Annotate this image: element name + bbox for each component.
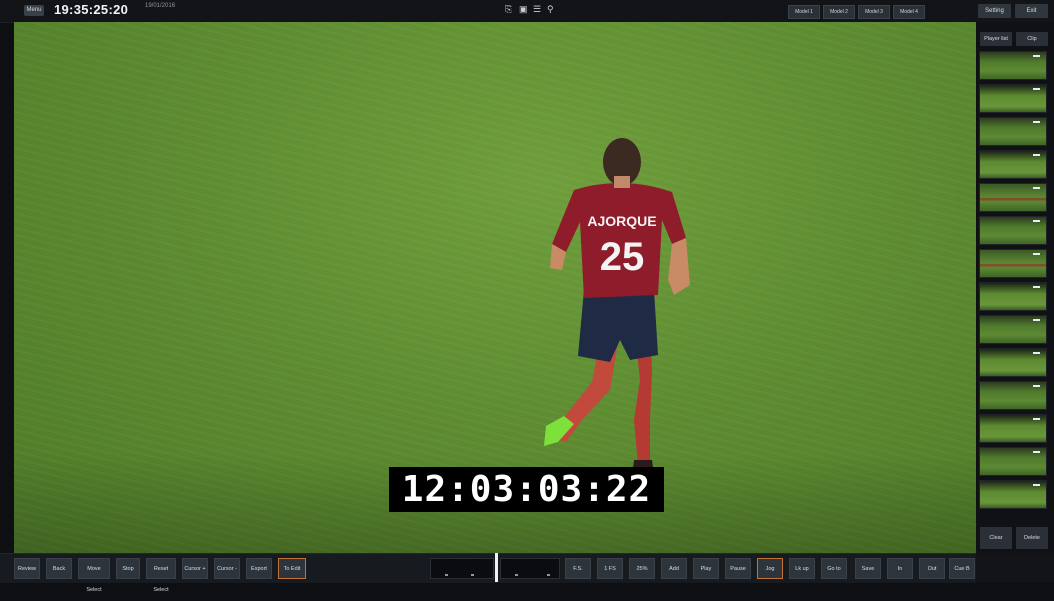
cursor-minus-button[interactable]: Cursor - [214,558,240,579]
monitor-icon[interactable]: ▣ [519,4,528,14]
clip-thumbnail[interactable] [979,447,1047,476]
export-button[interactable]: Export [246,558,272,579]
menu-button[interactable]: Menu [24,5,44,16]
clip-thumbnail-list [979,51,1047,513]
pause-button[interactable]: Pause [725,558,751,579]
clip-button[interactable]: Clip [1016,32,1048,46]
one-fs-button[interactable]: 1 FS [597,558,623,579]
clear-display-button[interactable]: Clear Display [980,527,1012,563]
clip-thumbnail[interactable] [979,249,1047,278]
clip-thumbnail[interactable] [979,414,1047,443]
player-list-button[interactable]: Player list [980,32,1012,46]
tab-model-4[interactable]: Model 4 [893,5,925,19]
out-button[interactable]: Out [919,558,945,579]
system-date: 19/01/2016 [145,3,176,9]
clip-thumbnail[interactable] [979,315,1047,344]
play-button[interactable]: Play [693,558,719,579]
clip-thumbnail[interactable] [979,117,1047,146]
clip-thumbnail[interactable] [979,51,1047,80]
clip-sidebar: Player list Clip Clear Display Delete [976,22,1054,582]
clip-thumbnail[interactable] [979,381,1047,410]
setting-button[interactable]: Setting [978,4,1011,18]
reset-select-button[interactable]: Reset Select [146,558,176,593]
stop-button[interactable]: Stop [116,558,140,579]
clip-thumbnail[interactable] [979,150,1047,179]
tab-model-1[interactable]: Model 1 [788,5,820,19]
to-edit-button[interactable]: To Edit [278,558,306,579]
sidebar-bottom-buttons: Clear Display Delete [980,527,1048,563]
top-toolbar: Menu 19:35:25:20 19/01/2016 ⎘ ▣ ☰ ⚲ Mode… [0,0,1054,23]
review-button[interactable]: Review [14,558,40,579]
move-select-button[interactable]: Move Select [78,558,110,593]
clip-thumbnail[interactable] [979,282,1047,311]
save-icon[interactable]: ⎘ [505,4,513,14]
timecode-overlay: 12:03:03:22 [389,467,664,512]
in-button[interactable]: In [887,558,913,579]
video-viewer[interactable]: AJORQUE 25 12:03:03:22 [14,22,976,553]
tab-model-2[interactable]: Model 2 [823,5,855,19]
clip-thumbnail[interactable] [979,348,1047,377]
player-number: 25 [600,235,645,279]
playhead-marker[interactable] [495,553,498,582]
list-icon[interactable]: ☰ [533,4,541,14]
player-name: AJORQUE [587,213,656,229]
network-icon[interactable]: ⚲ [547,4,555,14]
cursor-plus-button[interactable]: Cursor + [182,558,208,579]
jog-right-strip[interactable] [500,558,560,579]
save-button[interactable]: Save [855,558,881,579]
cue-b-button[interactable]: Cue B [949,558,975,579]
tab-model-3[interactable]: Model 3 [858,5,890,19]
clip-thumbnail[interactable] [979,183,1047,212]
add-button[interactable]: Add [661,558,687,579]
top-right-buttons: Setting Exit [978,4,1048,18]
bottom-toolbar: Review Back Move Select Stop Reset Selec… [0,553,976,593]
goto-button[interactable]: Go to [821,558,847,579]
bottom-right-filler [976,553,1054,582]
system-clock: 19:35:25:20 [54,2,129,17]
clip-thumbnail[interactable] [979,84,1047,113]
clip-thumbnail[interactable] [979,216,1047,245]
jog-button[interactable]: Jog [757,558,783,579]
back-button[interactable]: Back [46,558,72,579]
center-icon-group: ⎘ ▣ ☰ ⚲ [505,4,555,14]
fs-button[interactable]: F.S. [565,558,591,579]
exit-button[interactable]: Exit [1015,4,1048,18]
clip-thumbnail[interactable] [979,480,1047,509]
model-tabs: Model 1 Model 2 Model 3 Model 4 [788,5,925,19]
sidebar-top-buttons: Player list Clip [980,32,1048,46]
lookup-button[interactable]: Lk up [789,558,815,579]
player-figure: AJORQUE 25 [544,138,690,476]
speed-25-button[interactable]: 25% [629,558,655,579]
delete-button[interactable]: Delete [1016,527,1048,549]
jog-left-strip[interactable] [430,558,494,579]
